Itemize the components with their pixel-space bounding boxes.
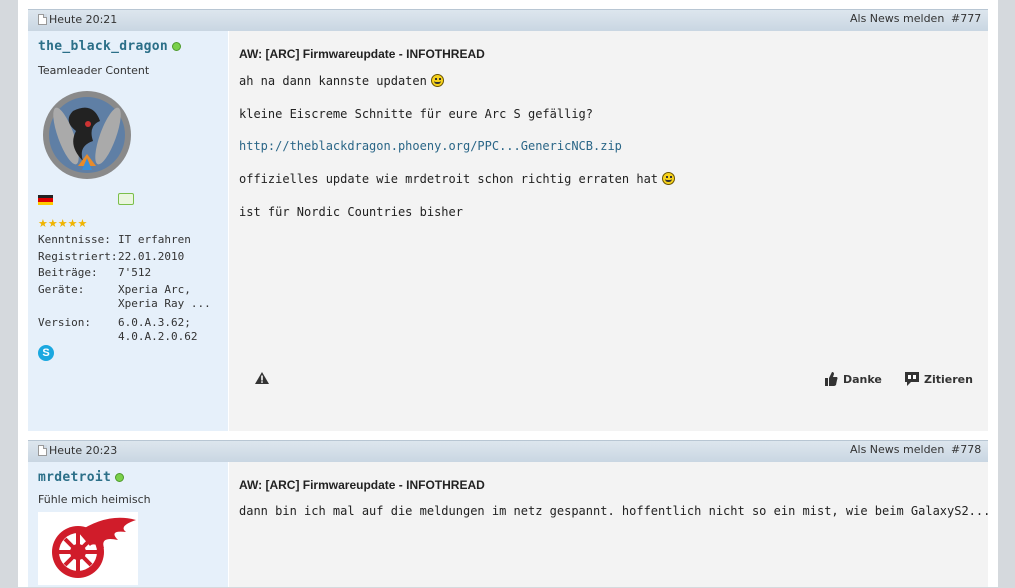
post-date: Heute 20:23: [38, 444, 117, 457]
document-icon: [38, 14, 47, 25]
user-info-panel: mrdetroit Fühle mich heimisch: [28, 462, 228, 587]
forum-page: Heute 20:21 Als News melden #777 the_bla…: [18, 0, 998, 587]
post-title: AW: [ARC] Firmwareupdate - INFOTHREAD: [239, 478, 485, 492]
online-status-icon: [172, 42, 182, 51]
warning-icon: [255, 372, 269, 384]
country-flag-icon: [38, 195, 53, 205]
post-title: AW: [ARC] Firmwareupdate - INFOTHREAD: [239, 47, 485, 61]
user-info-panel: the_black_dragon Teamleader Content ★★★★…: [28, 31, 228, 431]
smile-smiley-icon: [662, 172, 676, 185]
message-line: ah na dann kannste updaten: [239, 74, 444, 88]
thumbs-up-icon: [825, 372, 838, 386]
post-content: AW: [ARC] Firmwareupdate - INFOTHREAD ah…: [229, 31, 988, 431]
document-icon: [38, 445, 47, 456]
star-icon: ★: [57, 217, 68, 230]
username-link[interactable]: the_black_dragon: [38, 39, 182, 54]
report-as-news-link[interactable]: Als News melden: [850, 12, 944, 25]
report-as-news-link[interactable]: Als News melden: [850, 443, 944, 456]
message-line: ist für Nordic Countries bisher: [239, 205, 463, 219]
avatar[interactable]: [38, 86, 136, 187]
device-icon: [118, 193, 134, 205]
post-number-link[interactable]: #778: [951, 443, 981, 456]
rating-stars: ★★★★★: [38, 217, 87, 230]
post-777: Heute 20:21 Als News melden #777 the_bla…: [28, 9, 988, 431]
report-post-button[interactable]: [255, 372, 269, 384]
star-icon: ★: [67, 217, 78, 230]
online-status-icon: [115, 473, 125, 482]
quote-icon: [905, 372, 919, 386]
message-line: http://theblackdragon.phoeny.org/PPC...G…: [239, 139, 622, 153]
star-icon: ★: [38, 217, 48, 230]
post-header: Heute 20:21 Als News melden #777: [28, 9, 988, 31]
thanks-button[interactable]: Danke: [825, 372, 882, 386]
avatar[interactable]: [38, 512, 138, 585]
post-content: AW: [ARC] Firmwareupdate - INFOTHREAD da…: [229, 462, 991, 587]
user-rank-title: Fühle mich heimisch: [38, 493, 151, 506]
message-line: kleine Eiscreme Schnitte für eure Arc S …: [239, 107, 594, 121]
dragon-avatar-icon: [43, 91, 131, 179]
post-778: Heute 20:23 Als News melden #778 mrdetro…: [28, 440, 991, 587]
message-line: offizielles update wie mrdetroit schon r…: [239, 172, 676, 186]
download-link[interactable]: http://theblackdragon.phoeny.org/PPC...G…: [239, 139, 622, 153]
grin-smiley-icon: [430, 74, 444, 87]
user-rank-title: Teamleader Content: [38, 64, 150, 77]
post-date: Heute 20:21: [38, 13, 117, 26]
quote-button[interactable]: Zitieren: [905, 372, 973, 386]
star-icon: ★: [77, 217, 88, 230]
post-number-link[interactable]: #777: [951, 12, 981, 25]
message-line: dann bin ich mal auf die meldungen im ne…: [239, 504, 991, 518]
username-link[interactable]: mrdetroit: [38, 470, 125, 485]
post-header: Heute 20:23 Als News melden #778: [28, 440, 988, 462]
skype-icon[interactable]: S: [38, 345, 54, 361]
red-wings-logo-icon: [52, 517, 136, 578]
star-icon: ★: [47, 217, 58, 230]
